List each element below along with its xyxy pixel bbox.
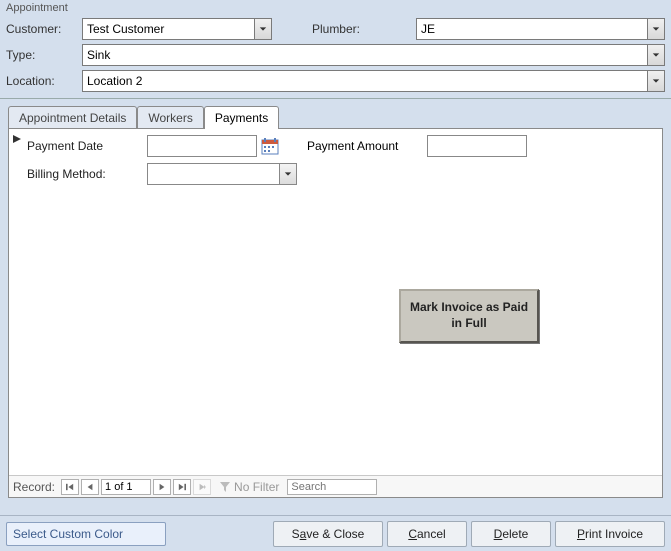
type-label: Type:	[6, 48, 76, 62]
record-position-input[interactable]	[101, 479, 151, 495]
search-input[interactable]	[287, 479, 377, 495]
payments-pane: Payment Date Payment Amount Billing Meth…	[8, 128, 663, 498]
plumber-input[interactable]	[416, 18, 665, 40]
chevron-down-icon[interactable]	[254, 18, 272, 40]
cancel-button[interactable]: Cancel	[387, 521, 467, 547]
delete-button[interactable]: Delete	[471, 521, 551, 547]
billing-method-combo[interactable]	[147, 163, 297, 185]
chevron-down-icon[interactable]	[647, 70, 665, 92]
customer-combo[interactable]	[82, 18, 272, 40]
appointment-window: Appointment Customer: Plumber: Type: Loc…	[0, 0, 671, 551]
nav-prev-icon[interactable]	[81, 479, 99, 495]
header-area: Customer: Plumber: Type: Location:	[0, 14, 671, 99]
funnel-icon	[219, 481, 231, 493]
customer-input[interactable]	[82, 18, 272, 40]
chevron-down-icon[interactable]	[647, 44, 665, 66]
chevron-down-icon[interactable]	[279, 163, 297, 185]
plumber-combo[interactable]	[416, 18, 665, 40]
tab-appointment-details[interactable]: Appointment Details	[8, 106, 137, 129]
payment-amount-input[interactable]	[427, 135, 527, 157]
nav-next-icon[interactable]	[153, 479, 171, 495]
action-bar: Select Custom Color Save & Close Cancel …	[0, 515, 671, 551]
location-label: Location:	[6, 74, 76, 88]
type-combo[interactable]	[82, 44, 665, 66]
payment-amount-label: Payment Amount	[307, 139, 427, 153]
print-invoice-button[interactable]: Print Invoice	[555, 521, 665, 547]
chevron-down-icon[interactable]	[647, 18, 665, 40]
payment-date-label: Payment Date	[27, 139, 147, 153]
mark-invoice-paid-button[interactable]: Mark Invoice as Paid in Full	[399, 289, 539, 343]
window-title: Appointment	[0, 0, 671, 14]
tab-payments[interactable]: Payments	[204, 106, 279, 129]
nav-first-icon[interactable]	[61, 479, 79, 495]
record-navigator: Record: No Filter	[9, 475, 662, 497]
current-record-icon	[12, 133, 22, 143]
billing-method-label: Billing Method:	[27, 167, 147, 181]
location-combo[interactable]	[82, 70, 665, 92]
type-input[interactable]	[82, 44, 665, 66]
plumber-label: Plumber:	[278, 22, 364, 36]
nav-new-icon	[193, 479, 211, 495]
record-label: Record:	[13, 480, 55, 494]
select-custom-color-button[interactable]: Select Custom Color	[6, 522, 166, 546]
billing-method-input[interactable]	[147, 163, 297, 185]
nav-last-icon[interactable]	[173, 479, 191, 495]
filter-indicator: No Filter	[219, 480, 279, 494]
tab-workers[interactable]: Workers	[137, 106, 203, 129]
calendar-icon[interactable]	[261, 137, 279, 155]
tab-strip: Appointment Details Workers Payments	[8, 105, 663, 128]
payment-date-input[interactable]	[147, 135, 257, 157]
location-input[interactable]	[82, 70, 665, 92]
customer-label: Customer:	[6, 22, 76, 36]
save-and-close-button[interactable]: Save & Close	[273, 521, 383, 547]
